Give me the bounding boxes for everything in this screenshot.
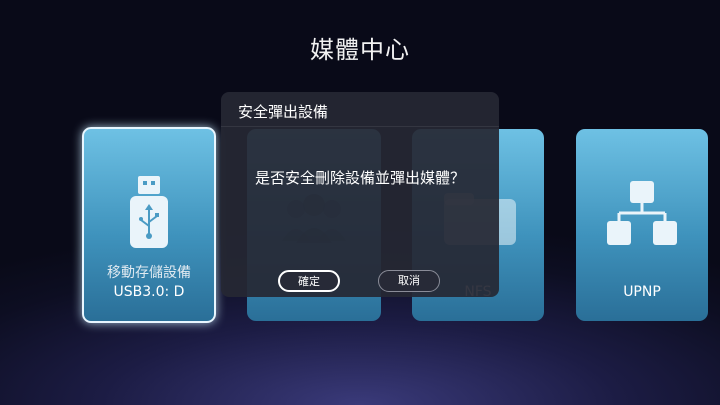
upnp-card-label: UPNP bbox=[623, 284, 661, 300]
usb-storage-card[interactable]: 移動存儲設備 USB3.0: D bbox=[82, 127, 216, 323]
usb-card-drive: USB3.0: D bbox=[113, 284, 185, 300]
dialog-message: 是否安全刪除設備並彈出媒體？ bbox=[254, 169, 465, 187]
upnp-network-icon bbox=[607, 181, 677, 245]
dialog-title: 安全彈出設備 bbox=[238, 103, 329, 121]
dialog-divider bbox=[221, 126, 499, 127]
cancel-button[interactable]: 取消 bbox=[378, 270, 440, 292]
confirm-button[interactable]: 確定 bbox=[278, 270, 340, 292]
usb-card-title: 移動存儲設備 bbox=[107, 265, 191, 281]
page-title: 媒體中心 bbox=[310, 36, 410, 64]
eject-device-dialog: 安全彈出設備 是否安全刪除設備並彈出媒體？ 確定 取消 bbox=[221, 92, 499, 297]
upnp-card[interactable]: UPNP bbox=[576, 129, 708, 321]
usb-drive-icon bbox=[130, 176, 168, 248]
